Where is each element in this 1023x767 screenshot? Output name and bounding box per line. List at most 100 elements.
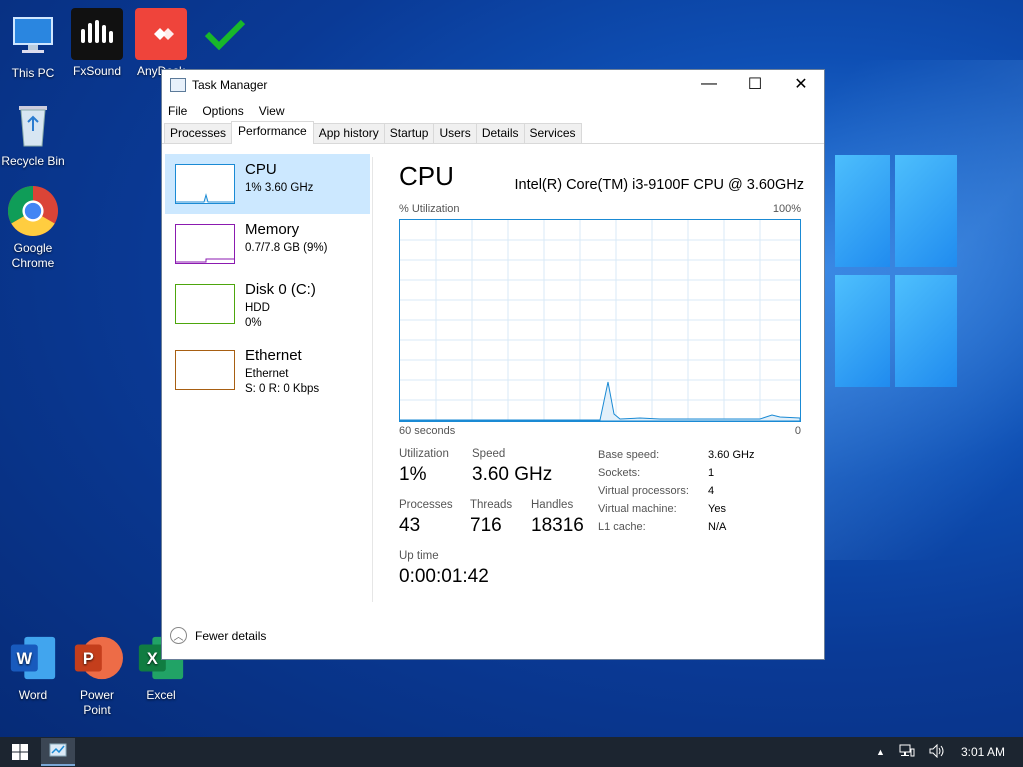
- tab-bar: Processes Performance App history Startu…: [162, 121, 824, 144]
- virtual-machine-value: Yes: [708, 503, 726, 515]
- chrome-icon: [7, 185, 59, 237]
- desktop-icon-checkmark[interactable]: [193, 8, 257, 64]
- maximize-button[interactable]: ☐: [732, 70, 778, 98]
- sidebar-cpu-name: CPU: [245, 161, 277, 178]
- graph-xright: 0: [794, 425, 801, 437]
- tab-services[interactable]: Services: [523, 123, 582, 143]
- windows-logo-wallpaper: [835, 155, 957, 390]
- processes-value: 43: [399, 515, 421, 536]
- sidebar-item-ethernet[interactable]: Ethernet Ethernet S: 0 R: 0 Kbps: [165, 340, 370, 400]
- panel-divider: [372, 157, 373, 602]
- uptime-label: Up time: [399, 550, 439, 562]
- chevron-up-icon: ︿: [170, 627, 187, 644]
- window-title: Task Manager: [192, 78, 268, 92]
- sockets-label: Sockets:: [598, 467, 641, 479]
- word-icon: W: [7, 632, 59, 684]
- performance-panel: CPU 1% 3.60 GHz Memory 0.7/7.8 GB (9%) D…: [162, 145, 824, 621]
- tab-performance[interactable]: Performance: [231, 121, 314, 144]
- sidebar-ethernet-sub: Ethernet: [245, 368, 289, 380]
- l1-cache-label: L1 cache:: [598, 521, 646, 533]
- speaker-icon[interactable]: [929, 743, 947, 761]
- sidebar-cpu-sub: 1% 3.60 GHz: [245, 182, 314, 194]
- virtual-processors-value: 4: [708, 485, 715, 497]
- task-manager-taskbar-icon: [49, 743, 67, 757]
- windows-start-icon: [12, 744, 28, 760]
- desktop-icon-word[interactable]: W Word: [1, 632, 65, 703]
- cpu-title: CPU: [399, 161, 454, 191]
- sidebar-ethernet-rate: S: 0 R: 0 Kbps: [245, 383, 320, 395]
- graph-xleft: 60 seconds: [399, 425, 456, 437]
- svg-text:P: P: [83, 650, 94, 668]
- utilization-value: 1%: [399, 464, 427, 485]
- base-speed-value: 3.60 GHz: [708, 449, 755, 461]
- sidebar-memory-sub: 0.7/7.8 GB (9%): [245, 242, 328, 254]
- sidebar-disk-name: Disk 0 (C:): [245, 281, 316, 298]
- virtual-machine-label: Virtual machine:: [598, 503, 677, 515]
- tab-users[interactable]: Users: [433, 123, 477, 143]
- recycle-bin-icon: [7, 98, 59, 150]
- fewer-details-label: Fewer details: [195, 628, 267, 643]
- sidebar-disk-type: HDD: [245, 302, 270, 314]
- graph-ylabel: % Utilization: [399, 203, 460, 215]
- tab-processes[interactable]: Processes: [164, 123, 233, 143]
- virtual-processors-label: Virtual processors:: [598, 485, 689, 497]
- sidebar-ethernet-name: Ethernet: [245, 347, 302, 364]
- tray-chevron-up-icon[interactable]: ▲: [876, 747, 885, 757]
- disk-thumbnail-graph: [175, 284, 235, 324]
- tab-startup[interactable]: Startup: [383, 123, 435, 143]
- sidebar-disk-usage: 0%: [245, 317, 262, 329]
- fewer-details-button[interactable]: ︿ Fewer details: [170, 627, 266, 644]
- taskbar: ▲ 3:01 AM: [0, 737, 1023, 767]
- tab-details[interactable]: Details: [475, 123, 525, 143]
- close-button[interactable]: ✕: [778, 70, 824, 98]
- computer-icon: [7, 10, 59, 62]
- handles-label: Handles: [531, 499, 574, 511]
- sidebar-item-memory[interactable]: Memory 0.7/7.8 GB (9%): [165, 214, 370, 274]
- svg-text:X: X: [147, 650, 158, 668]
- graph-ymax: 100%: [772, 203, 801, 215]
- cpu-thumbnail-graph: [175, 164, 235, 204]
- threads-value: 716: [470, 515, 502, 536]
- clock[interactable]: 3:01 AM: [961, 745, 1005, 759]
- task-manager-icon: [170, 78, 186, 92]
- task-manager-window: Task Manager — ☐ ✕ File Options View Pro…: [161, 69, 825, 660]
- powerpoint-icon: P: [71, 632, 123, 684]
- sidebar-item-disk[interactable]: Disk 0 (C:) HDD 0%: [165, 274, 370, 334]
- checkmark-icon: [199, 8, 251, 60]
- base-speed-label: Base speed:: [598, 449, 660, 461]
- resource-sidebar: CPU 1% 3.60 GHz Memory 0.7/7.8 GB (9%) D…: [165, 154, 370, 604]
- memory-thumbnail-graph: [175, 224, 235, 264]
- speed-value: 3.60 GHz: [472, 464, 553, 485]
- desktop-icon-recycle-bin[interactable]: Recycle Bin: [1, 98, 65, 169]
- menu-options[interactable]: Options: [202, 104, 243, 118]
- handles-value: 18316: [531, 515, 584, 536]
- ethernet-thumbnail-graph: [175, 350, 235, 390]
- menu-view[interactable]: View: [259, 104, 285, 118]
- svg-text:W: W: [17, 650, 33, 668]
- system-tray: ▲ 3:01 AM: [876, 737, 1023, 767]
- uptime-value: 0:00:01:42: [399, 566, 489, 587]
- network-icon[interactable]: [899, 744, 915, 761]
- sockets-value: 1: [708, 467, 715, 479]
- utilization-label: Utilization: [399, 448, 449, 460]
- desktop-icon-fxsound[interactable]: FxSound: [65, 8, 129, 79]
- desktop-icon-google-chrome[interactable]: Google Chrome: [1, 185, 65, 271]
- tab-app-history[interactable]: App history: [312, 123, 385, 143]
- cpu-utilization-graph: [399, 219, 801, 422]
- start-button[interactable]: [0, 737, 40, 767]
- sidebar-memory-name: Memory: [245, 221, 300, 238]
- minimize-button[interactable]: —: [686, 70, 732, 98]
- threads-label: Threads: [470, 499, 513, 511]
- taskbar-task-manager[interactable]: [41, 738, 75, 766]
- cpu-model: Intel(R) Core(TM) i3-9100F CPU @ 3.60GHz: [514, 177, 804, 193]
- anydesk-icon: [135, 8, 187, 60]
- menu-bar: File Options View: [162, 100, 824, 122]
- speed-label: Speed: [472, 448, 506, 460]
- desktop-icon-powerpoint[interactable]: P Power Point: [65, 632, 129, 718]
- sidebar-item-cpu[interactable]: CPU 1% 3.60 GHz: [165, 154, 370, 214]
- desktop-icon-this-pc[interactable]: This PC: [1, 10, 65, 81]
- processes-label: Processes: [399, 499, 453, 511]
- title-bar[interactable]: Task Manager — ☐ ✕: [162, 70, 824, 100]
- fxsound-icon: [71, 8, 123, 60]
- menu-file[interactable]: File: [168, 104, 187, 118]
